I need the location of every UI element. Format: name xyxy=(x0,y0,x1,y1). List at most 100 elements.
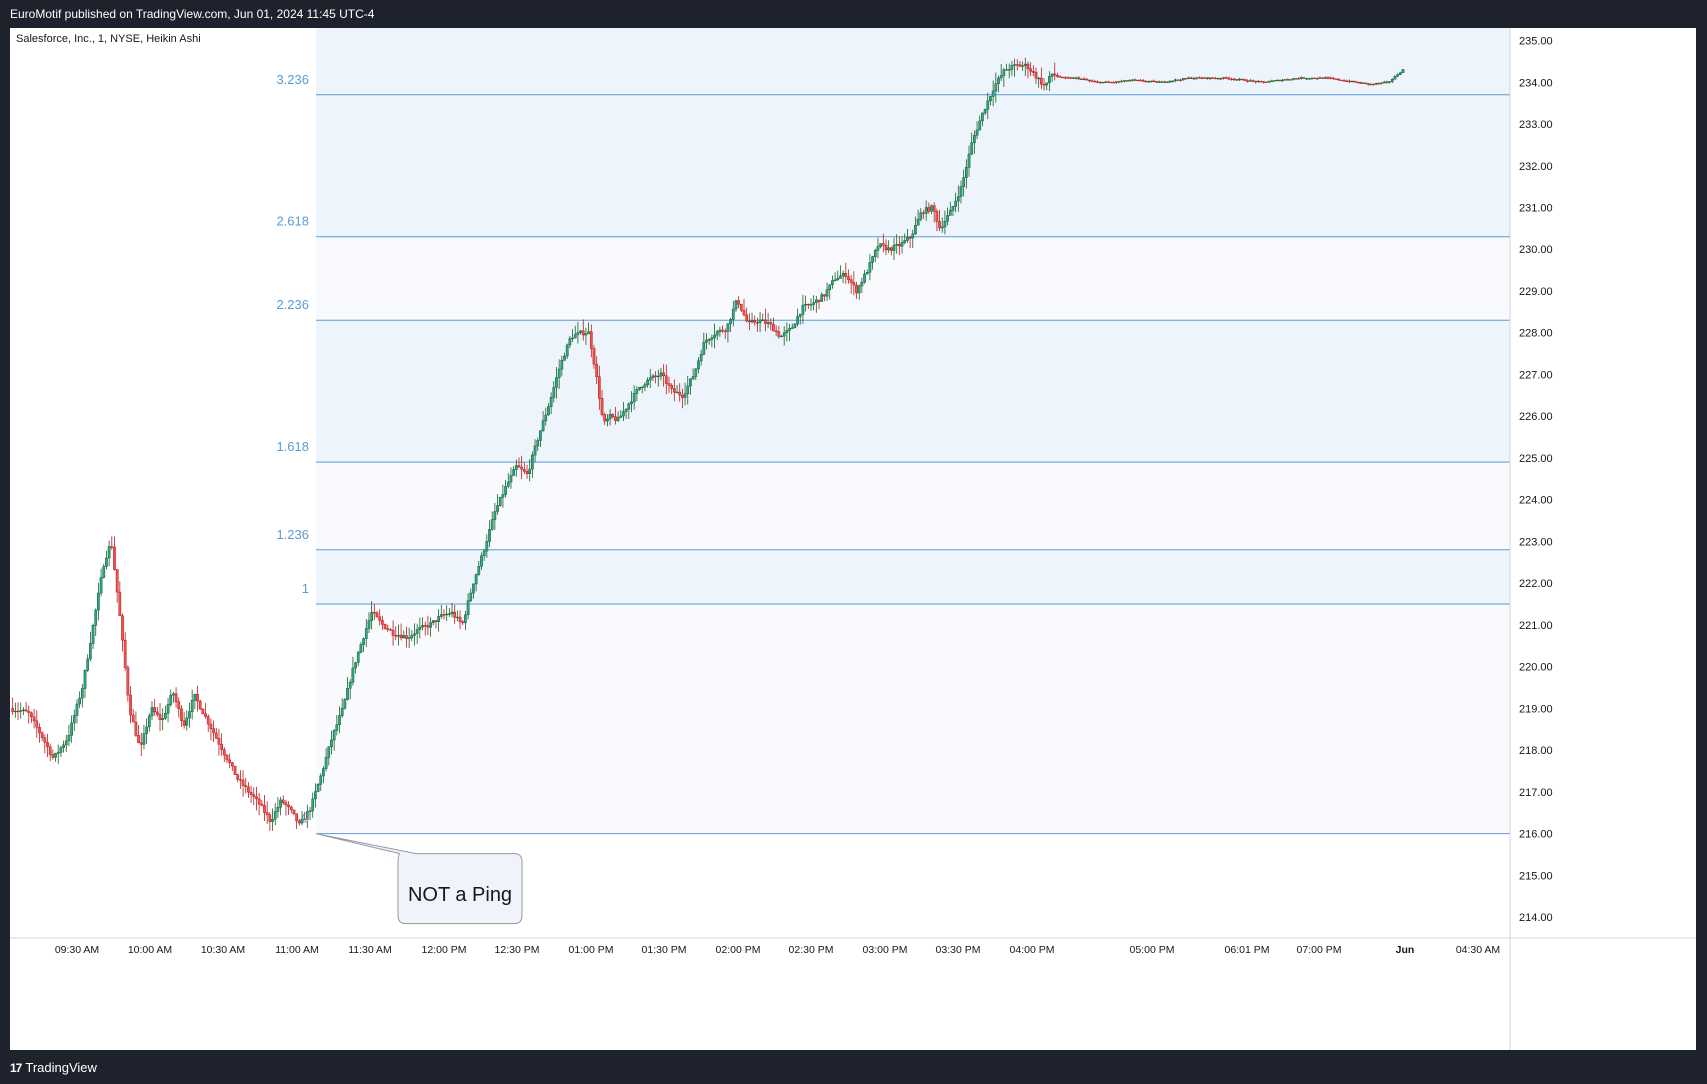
candle-body xyxy=(402,635,406,639)
candle-body xyxy=(1208,77,1212,79)
candle-body xyxy=(627,403,631,410)
candle-body xyxy=(1139,79,1142,82)
candle-body xyxy=(1315,78,1319,80)
candle-body xyxy=(220,743,223,750)
candle-body xyxy=(386,628,390,630)
candle-body xyxy=(316,783,320,792)
candle-body xyxy=(1273,80,1276,82)
price-tick-label: 231.00 xyxy=(1519,202,1553,214)
candle-body xyxy=(801,304,805,315)
candle-body xyxy=(935,211,939,222)
fib-band xyxy=(316,94,1510,237)
candle-body xyxy=(573,334,577,339)
candle-body xyxy=(1056,74,1059,77)
candle-body xyxy=(1294,78,1298,80)
candle-body xyxy=(230,762,234,767)
candle-body xyxy=(348,682,352,689)
candle-body xyxy=(257,798,261,805)
candle-body xyxy=(332,730,336,741)
candle-body xyxy=(940,226,944,229)
candle-body xyxy=(742,309,746,316)
candle-body xyxy=(54,753,57,758)
candle-body xyxy=(139,742,143,745)
candle-body xyxy=(474,574,478,585)
candle-body xyxy=(1267,81,1271,83)
candle-body xyxy=(83,670,87,689)
chart-canvas[interactable]: 0 1 1.236 1.618 2.236 2.618 3.236 214.00 215.00… xyxy=(10,28,1696,1050)
candle-body xyxy=(991,90,995,97)
candle-body xyxy=(129,694,132,716)
candle-body xyxy=(14,710,17,713)
candle-body xyxy=(871,256,874,263)
candle-body xyxy=(1262,81,1266,83)
price-tick-label: 218.00 xyxy=(1519,745,1553,757)
candle-body xyxy=(1069,77,1073,79)
candle-body xyxy=(1176,79,1180,81)
candle-body xyxy=(1010,65,1014,70)
price-tick-label: 222.00 xyxy=(1519,578,1553,590)
annotation-callout[interactable]: NOT a Ping xyxy=(315,833,523,925)
candle-body xyxy=(445,613,449,616)
price-chart[interactable]: 0 1 1.236 1.618 2.236 2.618 3.236 214.00 215.00… xyxy=(10,28,1696,1050)
candle-body xyxy=(847,276,850,280)
candle-body xyxy=(324,757,328,769)
candle-body xyxy=(1005,69,1008,71)
candle-body xyxy=(1045,82,1049,86)
fib-level-label: 2.236 xyxy=(276,297,309,312)
candle-body xyxy=(1203,77,1207,79)
candle-body xyxy=(828,284,832,290)
candle-body xyxy=(825,289,829,297)
candle-body xyxy=(919,212,923,220)
candle-body xyxy=(354,662,357,669)
candle-body xyxy=(1254,80,1258,83)
candle-body xyxy=(188,711,191,719)
candle-body xyxy=(903,240,907,243)
candle-body xyxy=(64,740,68,746)
candle-body xyxy=(281,799,285,803)
candle-body xyxy=(482,550,486,557)
candle-body xyxy=(437,616,440,622)
candle-body xyxy=(1345,80,1349,82)
candle-body xyxy=(916,218,920,226)
candle-body xyxy=(426,625,430,628)
candle-body xyxy=(247,786,250,793)
tradingview-brand[interactable]: 17 TradingView xyxy=(10,1060,97,1075)
candle-body xyxy=(198,700,202,710)
candle-body xyxy=(868,262,872,273)
candle-body xyxy=(1385,81,1389,83)
candle-body xyxy=(1195,77,1199,79)
candle-body xyxy=(1283,79,1287,81)
candle-body xyxy=(1216,78,1220,80)
time-tick-label: 11:30 AM xyxy=(348,944,392,956)
candle-body xyxy=(852,282,856,286)
candle-body xyxy=(394,635,398,637)
candle-body xyxy=(1340,79,1343,82)
candle-body xyxy=(1393,76,1397,80)
candle-body xyxy=(1125,80,1129,82)
candle-body xyxy=(1080,78,1083,80)
fib-level-label: 1 xyxy=(302,581,309,596)
candle-body xyxy=(86,658,90,671)
candle-body xyxy=(723,330,727,333)
candle-body xyxy=(662,372,665,376)
candle-body xyxy=(887,247,891,251)
candle-body xyxy=(587,331,590,335)
candle-body xyxy=(1307,78,1311,80)
candle-body xyxy=(1136,79,1140,82)
candle-body xyxy=(1061,76,1065,79)
candle-body xyxy=(785,330,789,334)
candle-body xyxy=(774,330,778,333)
candle-body xyxy=(1037,77,1041,80)
candle-body xyxy=(1243,79,1247,82)
candle-body xyxy=(1390,78,1394,82)
candle-body xyxy=(691,376,695,380)
candle-body xyxy=(1155,80,1158,83)
candle-body xyxy=(1235,79,1239,81)
candle-body xyxy=(715,331,719,336)
candle-body xyxy=(1302,77,1306,79)
time-axis: 09:30 AM 10:00 AM 10:30 AM 11:00 AM 11:30 AM… xyxy=(55,944,1500,956)
candle-body xyxy=(584,333,588,336)
candle-body xyxy=(172,693,175,696)
candle-body xyxy=(734,300,738,310)
candle-body xyxy=(648,377,652,381)
